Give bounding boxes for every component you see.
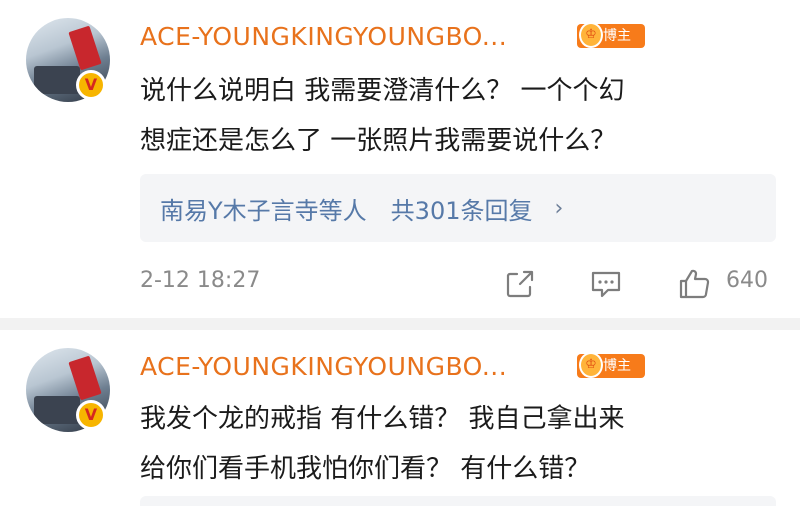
verified-badge-icon: V <box>76 70 106 100</box>
comment-line: 给你们看手机我怕你们看？ 有什么错？ <box>140 454 591 484</box>
replies-preview[interactable]: 南易Y木子言寺等人 共301条回复 › <box>140 174 776 242</box>
timestamp: 2-12 18:27 <box>140 268 261 293</box>
comment-meta: 2-12 18:27 640 <box>140 262 780 306</box>
blogger-badge: ♔ 博主 <box>577 22 645 48</box>
comment-line: 想症还是怎么了 一张照片我需要说什么？ <box>140 126 617 156</box>
blogger-badge-label: 博主 <box>603 358 631 374</box>
comment-item: V ACE-YOUNGKINGYOUNGBO... ♔ 博主 说什么说明白 我需… <box>0 0 800 318</box>
blogger-medal-icon: ♔ <box>579 22 603 48</box>
comment-text: 说什么说明白 我需要澄清什么？ 一个个幻 想症还是怎么了 一张照片我需要说什么？ <box>140 66 780 166</box>
comment-divider <box>0 318 800 330</box>
share-icon[interactable] <box>502 266 538 302</box>
chevron-right-icon: › <box>554 195 564 221</box>
verified-badge-icon: V <box>76 400 106 430</box>
like-count: 640 <box>726 268 768 293</box>
blogger-badge: ♔ 博主 <box>577 352 645 378</box>
like-icon[interactable] <box>676 266 712 302</box>
avatar-flag-graphic <box>68 25 102 71</box>
avatar-building-graphic <box>34 66 80 94</box>
username[interactable]: ACE-YOUNGKINGYOUNGBO... <box>140 352 507 381</box>
comment-text: 我发个龙的戒指 有什么错？ 我自己拿出来 给你们看手机我怕你们看？ 有什么错？ <box>140 394 780 494</box>
replies-count: 共301条回复 <box>390 196 533 225</box>
reply-icon[interactable] <box>588 266 624 302</box>
replies-preview[interactable] <box>140 496 776 506</box>
blogger-badge-label: 博主 <box>603 28 631 44</box>
blogger-medal-icon: ♔ <box>579 352 603 378</box>
comment-item: V ACE-YOUNGKINGYOUNGBO... ♔ 博主 我发个龙的戒指 有… <box>0 330 800 506</box>
avatar-flag-graphic <box>68 355 102 401</box>
username[interactable]: ACE-YOUNGKINGYOUNGBO... <box>140 22 507 51</box>
comment-line: 我发个龙的戒指 有什么错？ 我自己拿出来 <box>140 404 625 434</box>
avatar-building-graphic <box>34 396 80 424</box>
replies-names: 南易Y木子言寺等人 <box>160 196 367 225</box>
comment-line: 说什么说明白 我需要澄清什么？ 一个个幻 <box>140 76 625 106</box>
